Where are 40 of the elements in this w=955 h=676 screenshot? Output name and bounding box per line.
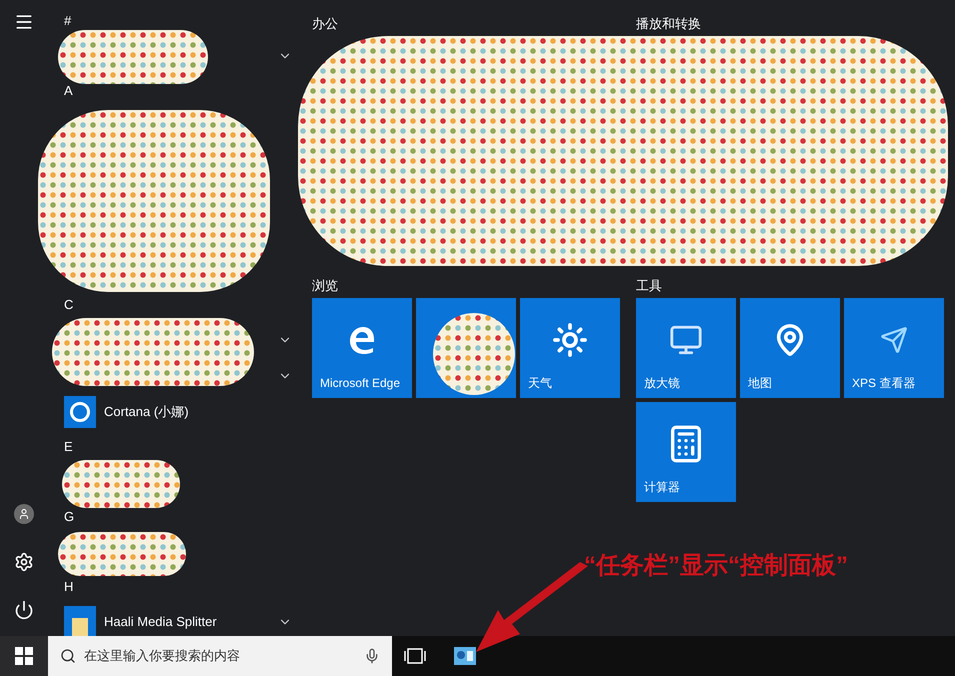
folder-icon <box>64 606 96 638</box>
edge-icon <box>347 325 377 355</box>
control-panel-icon[interactable] <box>454 647 476 665</box>
paper-plane-icon <box>880 326 908 354</box>
group-heading: 浏览 <box>312 278 338 293</box>
group-heading: 工具 <box>636 278 662 293</box>
section-letter[interactable]: # <box>64 11 72 31</box>
search-bar[interactable]: 在这里输入你要搜索的内容 <box>48 636 392 676</box>
start-button[interactable] <box>0 636 48 676</box>
app-tile[interactable]: 计算器 <box>636 402 736 502</box>
tile-label: 天气 <box>528 375 552 392</box>
app-tile[interactable]: XPS 查看器 <box>844 298 944 398</box>
annotation-text: “任务栏”显示“控制面板” <box>584 551 848 581</box>
tile-label: Microsoft Edge <box>320 375 400 392</box>
windows-icon <box>15 647 33 665</box>
section-letter[interactable]: C <box>64 295 74 315</box>
app-name[interactable]: Haali Media Splitter <box>104 612 217 632</box>
power-icon[interactable] <box>14 600 34 620</box>
app-name[interactable]: Cortana (小娜) <box>104 402 189 422</box>
app-tile[interactable]: Microsoft Edge <box>312 298 412 398</box>
section-letter[interactable]: G <box>64 507 74 527</box>
task-view-icon[interactable] <box>404 648 426 664</box>
sun-icon <box>552 322 588 358</box>
tile-label: XPS 查看器 <box>852 375 916 392</box>
app-tile[interactable]: 天气 <box>520 298 620 398</box>
group-heading: 播放和转换 <box>636 16 701 31</box>
search-icon <box>60 648 76 664</box>
group-heading: 办公 <box>312 16 338 31</box>
section-letter[interactable]: A <box>64 81 73 101</box>
tile-label: 放大镜 <box>644 375 680 392</box>
app-tile[interactable]: 地图 <box>740 298 840 398</box>
settings-icon[interactable] <box>14 552 34 572</box>
microphone-icon[interactable] <box>364 648 380 664</box>
app-tile[interactable]: 放大镜 <box>636 298 736 398</box>
section-letter[interactable]: H <box>64 577 74 597</box>
user-avatar[interactable] <box>14 504 34 524</box>
section-letter[interactable]: E <box>64 437 73 457</box>
tile-label: 计算器 <box>644 479 680 496</box>
tile-label: 地图 <box>748 375 772 392</box>
search-input[interactable]: 在这里输入你要搜索的内容 <box>84 646 356 666</box>
